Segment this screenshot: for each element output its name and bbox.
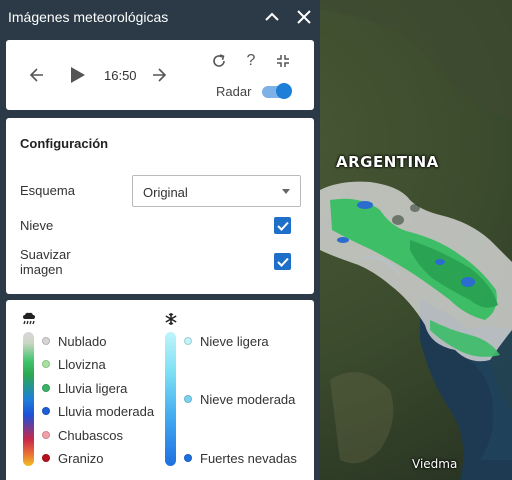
scheme-label: Esquema	[20, 183, 75, 198]
close-icon	[297, 10, 311, 24]
previous-frame-button[interactable]	[26, 64, 48, 86]
rain-color-scale	[23, 332, 34, 466]
legend-color-dot	[184, 337, 192, 345]
chevron-left-icon	[30, 68, 43, 82]
radar-label: Radar	[216, 84, 252, 99]
legend-label: Nieve moderada	[200, 391, 296, 407]
refresh-button[interactable]	[208, 50, 230, 72]
refresh-icon	[213, 54, 225, 67]
legend-item: Nieve moderada	[184, 391, 295, 407]
legend-item: Nublado	[42, 333, 106, 349]
legend-label: Lluvia ligera	[58, 380, 128, 396]
exit-fullscreen-button[interactable]	[272, 50, 294, 72]
smooth-image-label: Suavizar imagen	[20, 247, 71, 277]
legend-item: Chubascos	[42, 427, 123, 443]
legend-label: Llovizna	[58, 356, 106, 372]
play-icon	[71, 67, 85, 83]
configuration-heading: Configuración	[20, 136, 109, 151]
legend-item: Llovizna	[42, 356, 106, 372]
legend-color-dot	[184, 454, 192, 462]
legend-label: Lluvia moderada	[58, 403, 155, 419]
caret-down-icon	[282, 189, 290, 194]
legend-label: Chubascos	[58, 427, 124, 443]
legend-label: Nieve ligera	[200, 333, 269, 349]
play-button[interactable]	[66, 62, 90, 88]
legend-color-dot	[42, 337, 50, 345]
collapse-button[interactable]	[262, 7, 282, 27]
snow-color-scale	[165, 332, 176, 466]
legend-label: Granizo	[58, 450, 104, 466]
chevron-up-icon	[265, 12, 279, 21]
legend-item: Lluvia moderada	[42, 403, 154, 419]
close-button[interactable]	[294, 7, 314, 27]
snowflake-icon	[165, 313, 177, 325]
rain-cloud-icon	[23, 312, 35, 325]
scheme-selected-value: Original	[143, 185, 188, 200]
legend-label: Nublado	[58, 333, 107, 349]
configuration-card: Configuración Esquema Original Nieve Sua…	[6, 118, 314, 294]
legend-card: Nublado Llovizna Lluvia ligera Lluvia moder…	[6, 300, 314, 480]
help-icon: ?	[246, 52, 256, 69]
legend-color-dot	[42, 431, 50, 439]
legend-item: Nieve ligera	[184, 333, 269, 349]
exit-fullscreen-icon	[277, 55, 289, 67]
player-card: 16:50 ? Radar	[6, 40, 314, 110]
legend-label: Fuertes nevadas	[200, 450, 297, 466]
toggle-knob	[276, 83, 292, 99]
city-label: Viedma	[412, 457, 458, 471]
legend-item: Fuertes nevadas	[184, 450, 297, 466]
snow-checkbox[interactable]	[274, 217, 291, 234]
legend-color-dot	[42, 384, 50, 392]
smooth-image-checkbox[interactable]	[274, 253, 291, 270]
panel-title: Imágenes meteorológicas	[8, 9, 169, 25]
snow-label: Nieve	[20, 218, 54, 233]
help-button[interactable]: ?	[240, 50, 262, 72]
scheme-select[interactable]: Original	[132, 175, 301, 207]
frame-time: 16:50	[104, 68, 137, 83]
legend-item: Granizo	[42, 450, 104, 466]
chevron-right-icon	[153, 68, 166, 82]
panel-titlebar: Imágenes meteorológicas	[0, 0, 320, 34]
country-label: ARGENTINA	[336, 153, 439, 171]
legend-color-dot	[42, 454, 50, 462]
check-icon	[276, 257, 289, 267]
legend-color-dot	[42, 360, 50, 368]
weather-imagery-panel: Imágenes meteorológicas 16:50 ? Radar Co…	[0, 0, 320, 480]
legend-item: Lluvia ligera	[42, 380, 127, 396]
check-icon	[276, 221, 289, 231]
legend-color-dot	[42, 407, 50, 415]
next-frame-button[interactable]	[148, 64, 170, 86]
radar-toggle[interactable]	[260, 82, 292, 100]
legend-color-dot	[184, 395, 192, 403]
